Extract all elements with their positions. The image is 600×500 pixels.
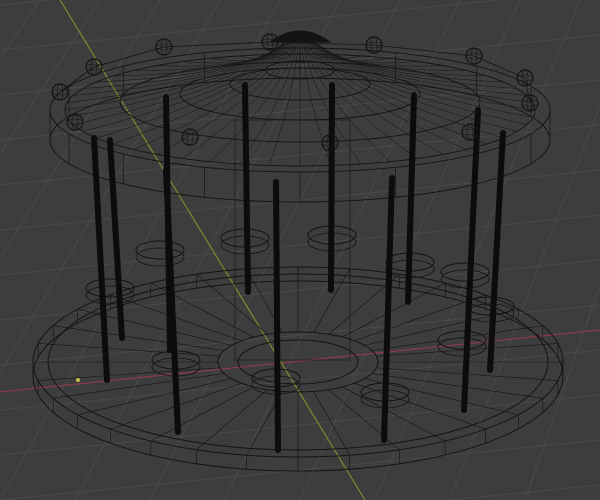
canopy-rib bbox=[82, 36, 290, 89]
base-spoke bbox=[77, 378, 232, 416]
origin-point-icon bbox=[76, 378, 80, 382]
seat bbox=[135, 240, 185, 260]
base-spoke bbox=[342, 282, 446, 338]
ornament-ball-line bbox=[71, 113, 79, 131]
pole bbox=[328, 82, 335, 293]
base-ring bbox=[237, 339, 359, 385]
seat-bottom bbox=[437, 337, 487, 357]
base-spoke bbox=[53, 325, 225, 351]
base-ring bbox=[217, 331, 379, 393]
base-spoke bbox=[196, 389, 268, 450]
ornament-ball-line bbox=[181, 133, 199, 141]
base-spoke bbox=[342, 386, 446, 442]
canopy-rib bbox=[269, 41, 299, 166]
3d-viewport[interactable] bbox=[0, 0, 600, 500]
pole bbox=[242, 82, 251, 295]
pole bbox=[487, 130, 506, 373]
grid-line bbox=[0, 0, 161, 259]
base-spoke bbox=[371, 373, 543, 399]
grid-line bbox=[374, 0, 581, 500]
base-spoke bbox=[328, 389, 400, 450]
seat-bottom bbox=[440, 269, 490, 289]
base-spoke bbox=[196, 274, 268, 335]
grid-line bbox=[449, 484, 600, 500]
pole bbox=[273, 179, 281, 453]
grid-line bbox=[0, 394, 600, 456]
ornament-ball bbox=[66, 113, 84, 131]
seat bbox=[85, 278, 135, 298]
grid-line bbox=[0, 304, 600, 366]
canopy-peak bbox=[268, 30, 332, 43]
pole bbox=[163, 94, 173, 353]
canopy-rib bbox=[66, 38, 289, 118]
grid-line bbox=[0, 0, 41, 60]
grid-line bbox=[0, 214, 600, 276]
grid-line bbox=[0, 439, 600, 500]
grid-line bbox=[0, 0, 51, 6]
ornament-ball bbox=[181, 128, 199, 146]
grid-line bbox=[524, 285, 600, 500]
